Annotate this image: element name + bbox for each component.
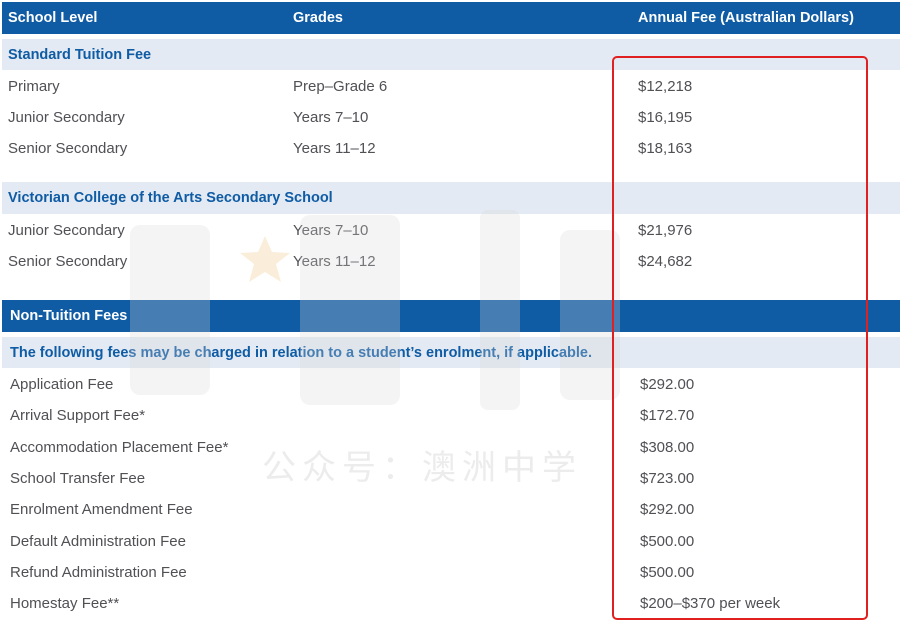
- fee-name-cell: Arrival Support Fee*: [10, 407, 146, 424]
- highlight-box: [612, 56, 868, 620]
- note-text: The following fees may be charged in rel…: [10, 344, 592, 361]
- grades-cell: Prep–Grade 6: [293, 78, 388, 95]
- section-title: Victorian College of the Arts Secondary …: [8, 190, 333, 206]
- school-level-cell: Primary: [8, 78, 60, 95]
- grades-cell: Years 7–10: [293, 222, 369, 239]
- fee-name-cell: Default Administration Fee: [10, 533, 186, 550]
- school-level-cell: Junior Secondary: [8, 109, 125, 126]
- grades-cell: Years 11–12: [293, 253, 376, 270]
- table-header: School Level Grades Annual Fee (Australi…: [2, 2, 900, 34]
- grades-cell: Years 7–10: [293, 109, 369, 126]
- fee-name-cell: School Transfer Fee: [10, 470, 146, 487]
- section-title: Non-Tuition Fees: [10, 308, 128, 324]
- section-title: Standard Tuition Fee: [8, 46, 152, 63]
- grades-cell: Years 11–12: [293, 140, 376, 157]
- fee-name-cell: Accommodation Placement Fee*: [10, 439, 229, 456]
- fee-name-cell: Refund Administration Fee: [10, 564, 187, 581]
- fee-name-cell: Enrolment Amendment Fee: [10, 501, 193, 518]
- school-level-cell: Senior Secondary: [8, 140, 128, 157]
- header-annual-fee: Annual Fee (Australian Dollars): [638, 10, 854, 26]
- fee-name-cell: Application Fee: [10, 376, 114, 393]
- fee-name-cell: Homestay Fee**: [10, 595, 120, 612]
- school-level-cell: Senior Secondary: [8, 253, 128, 270]
- header-school-level: School Level: [8, 10, 98, 26]
- header-grades: Grades: [293, 10, 343, 26]
- school-level-cell: Junior Secondary: [8, 222, 125, 239]
